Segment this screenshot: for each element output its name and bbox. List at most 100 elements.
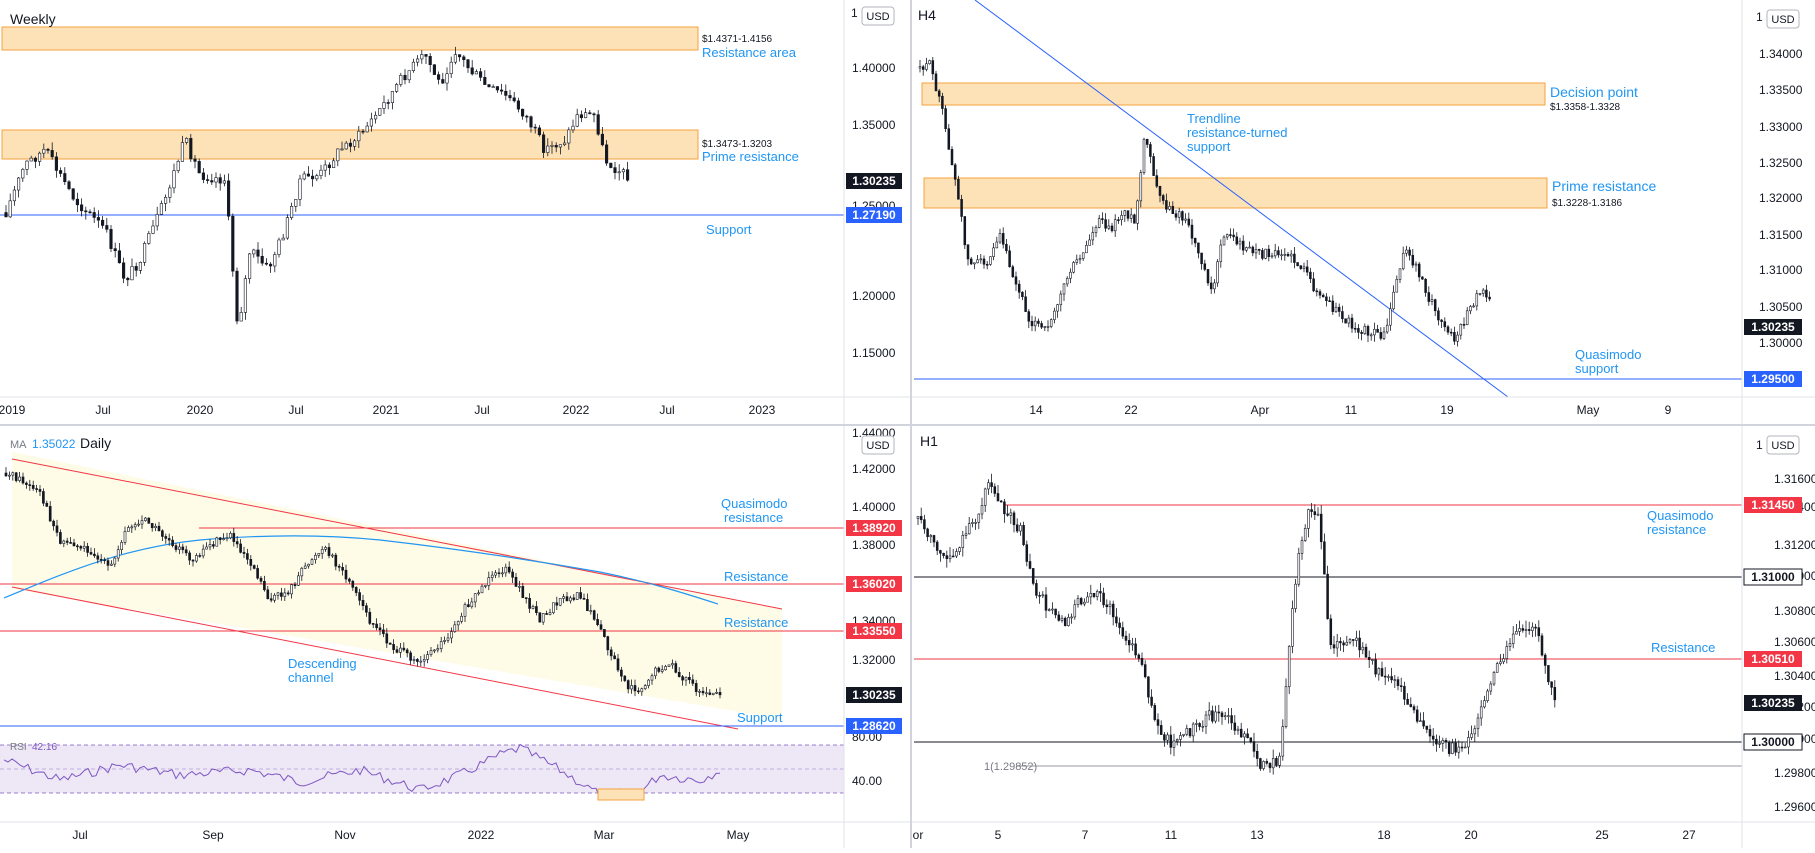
time-tick-label: 20 [1464,828,1478,842]
zone-label: Prime resistance [702,149,799,164]
ma-prefix: MA [10,439,27,451]
price-badge: 1.33550 [846,623,902,639]
svg-text:1.31450: 1.31450 [1751,498,1795,512]
time-tick-label: Jul [474,403,489,417]
time-tick-label: 18 [1377,828,1391,842]
price-tick-label: 1.30400 [1774,669,1815,683]
svg-text:1.31000: 1.31000 [1751,570,1795,584]
h1-panel[interactable]: H1 Quasimodo resistance Resistance 1(1.2… [912,426,1815,848]
svg-text:USD: USD [866,11,889,23]
price-badge: 1.30235 [846,687,902,703]
price-tick-label: 1.15000 [852,346,896,360]
time-tick-label: 22 [1124,403,1138,417]
svg-text:USD: USD [1771,440,1794,452]
currency-badge-icon[interactable]: USD [1766,435,1800,455]
weekly-panel[interactable]: Weekly $1.4371-1.4156 Resistance area $1… [0,0,910,424]
time-tick-label: 2022 [468,828,495,842]
svg-text:1.38920: 1.38920 [852,521,896,535]
time-tick-label: Jul [288,403,303,417]
price-badge: 1.30235 [1744,319,1802,335]
price-badge: 1.29500 [1744,371,1802,387]
time-tick-label: 11 [1345,403,1358,417]
time-tick-label: 25 [1595,828,1609,842]
panel-separator [0,424,1815,426]
support-label: Support [737,710,783,725]
currency-badge-icon[interactable]: USD [861,6,895,26]
panel-title: H1 [920,433,938,449]
chart-canvas: Weekly $1.4371-1.4156 Resistance area $1… [0,0,1815,848]
zone-range-label: $1.3358-1.3328 [1550,102,1621,113]
price-tick-label: 1.35000 [852,118,896,132]
price-tick-label: 1.32500 [1759,156,1803,170]
price-tick-label: 1.32000 [852,653,896,667]
rsi-label: RSI [10,742,27,753]
time-tick-label: Sep [202,828,224,842]
svg-text:1.30235: 1.30235 [1751,696,1795,710]
price-tick-label: 1.42000 [852,462,896,476]
price-axis-label-clipped: 1 [1756,438,1763,452]
svg-text:1.30235: 1.30235 [852,174,896,188]
trendline-label: Trendline [1187,111,1241,126]
price-tick-label: 1.34000 [1759,47,1803,61]
level-label: Quasimodo [721,496,787,511]
price-badge: 1.30510 [1744,651,1802,667]
price-tick-label: 1.38000 [852,538,896,552]
price-badge: 1.30000 [1743,733,1803,751]
currency-badge-icon[interactable]: USD [861,435,895,455]
currency-badge-icon[interactable]: USD [1766,9,1800,29]
time-tick-label: 2023 [749,403,776,417]
level-label: Resistance [724,615,788,630]
panel-title: H4 [918,7,936,23]
rsi-highlight-box [597,788,645,801]
chart-grid: Weekly $1.4371-1.4156 Resistance area $1… [0,0,1815,848]
zone-range-label: $1.4371-1.4156 [702,34,773,45]
time-tick-label: 2020 [187,403,214,417]
h4-panel[interactable]: H4 Decision point $1.3358-1.3328 Prime r… [912,0,1815,424]
time-tick-label: 2021 [373,403,400,417]
svg-text:1.36020: 1.36020 [852,577,896,591]
time-tick-label: May [727,828,750,842]
price-tick-label: 1.30500 [1759,300,1803,314]
price-tick-label: 1.20000 [852,289,896,303]
price-badge: 1.28620 [846,718,902,734]
zone-label: Decision point [1550,84,1638,100]
level-label: resistance [724,510,783,525]
level-label: Resistance [1651,640,1715,655]
svg-text:1.30235: 1.30235 [852,688,896,702]
price-axis-label-clipped: 1 [851,6,858,20]
svg-text:1.29500: 1.29500 [1751,372,1795,386]
time-tick-label: Apr [1251,403,1270,417]
svg-text:1.30000: 1.30000 [1751,735,1795,749]
time-tick-label: Jul [659,403,674,417]
trendline-label: resistance-turned [1187,125,1287,140]
price-badge: 1.27190 [846,207,902,223]
time-tick-label: 13 [1250,828,1264,842]
price-tick-label: 1.33000 [1759,120,1803,134]
resistance-area-zone [1,26,699,51]
time-tick-label: 5 [995,828,1002,842]
prime-resistance-zone [923,177,1548,209]
svg-text:1.27190: 1.27190 [852,208,896,222]
price-axis[interactable]: 1.34000 1.33500 1.33000 1.32500 1.32000 1.315… [1759,47,1803,350]
price-tick-label: 1.29800 [1774,766,1815,780]
time-tick-label: 9 [1665,403,1672,417]
price-tick-label: 1.30000 [1759,336,1803,350]
decision-point-zone [921,82,1546,106]
zone-label: Prime resistance [1552,178,1656,194]
panel-title: Weekly [10,11,56,27]
level-label: Resistance [724,569,788,584]
daily-panel[interactable]: MA 1.35022 Daily RSI 42.16 Quasimodo res… [0,426,910,848]
price-badge: 1.31000 [1743,568,1803,586]
time-tick-label: Jul [72,828,87,842]
trendline-label: support [1187,139,1231,154]
level-label: support [1575,361,1619,376]
fibonacci-label: 1(1.29852) [984,761,1037,773]
svg-text:USD: USD [1771,14,1794,26]
time-tick-label: May [1577,403,1600,417]
channel-label: Descending [288,656,357,671]
svg-text:1.30235: 1.30235 [1751,320,1795,334]
rsi-value: 42.16 [32,742,57,753]
time-tick-label: 2022 [563,403,590,417]
price-tick-label: 1.30600 [1774,635,1815,649]
channel-label: channel [288,670,334,685]
